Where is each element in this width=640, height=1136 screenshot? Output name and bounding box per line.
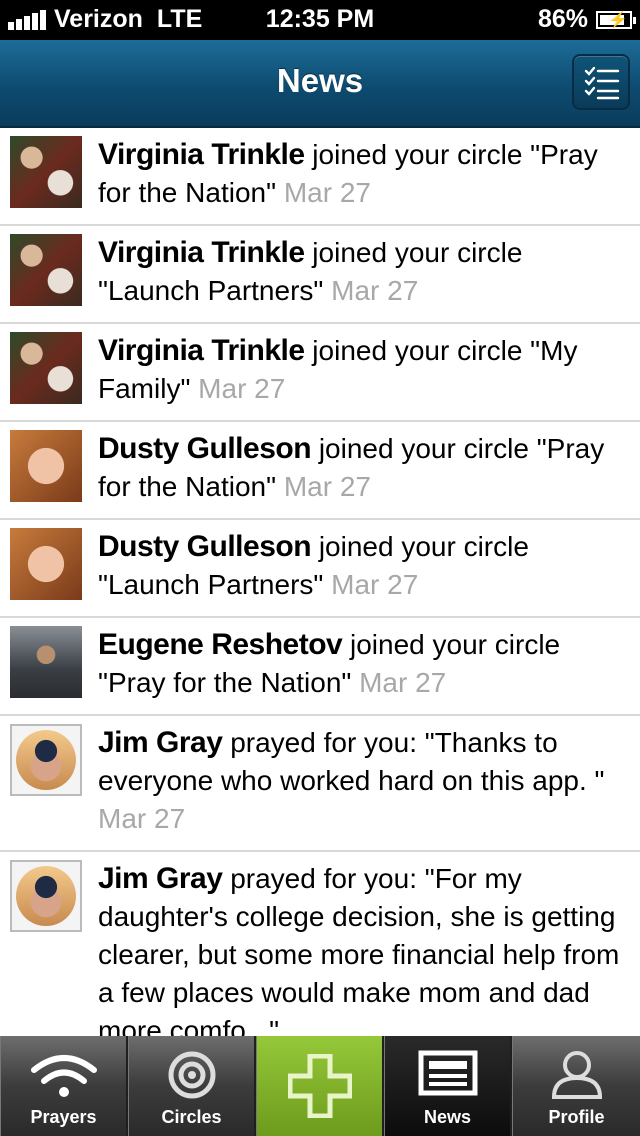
feed-item[interactable]: Jim Gray prayed for you: "For my daughte… — [0, 852, 640, 1036]
newspaper-icon — [418, 1050, 477, 1096]
tab-prayers[interactable]: Prayers — [0, 1036, 128, 1136]
person-icon — [551, 1051, 602, 1099]
avatar[interactable] — [10, 626, 82, 698]
user-name[interactable]: Jim Gray — [98, 726, 223, 759]
feed-item[interactable]: Jim Gray prayed for you: "Thanks to ever… — [0, 716, 640, 852]
avatar[interactable] — [10, 860, 82, 932]
feed-text: Virginia Trinkle joined your circle "Lau… — [98, 234, 620, 310]
user-name[interactable]: Dusty Gulleson — [98, 432, 312, 465]
tab-bar: Prayers Circles News Profile — [0, 1036, 640, 1136]
page-title: News — [276, 62, 364, 99]
checklist-icon — [584, 66, 620, 100]
feed-item[interactable]: Virginia Trinkle joined your circle "Pra… — [0, 128, 640, 226]
user-name[interactable]: Jim Gray — [98, 862, 223, 895]
feed-item[interactable]: Virginia Trinkle joined your circle "Lau… — [0, 226, 640, 324]
avatar[interactable] — [10, 430, 82, 502]
avatar[interactable] — [10, 528, 82, 600]
tab-label: Profile — [548, 1107, 605, 1127]
activity-date: Mar 27 — [331, 275, 419, 306]
avatar[interactable] — [10, 724, 82, 796]
feed-item[interactable]: Eugene Reshetov joined your circle "Pray… — [0, 618, 640, 716]
activity-date: Mar 27 — [359, 667, 447, 698]
feed-text: Eugene Reshetov joined your circle "Pray… — [98, 626, 620, 702]
feed-item[interactable]: Dusty Gulleson joined your circle "Launc… — [0, 520, 640, 618]
tab-label: News — [423, 1107, 472, 1127]
tab-label: Circles — [161, 1107, 222, 1127]
feed-text: Dusty Gulleson joined your circle "Launc… — [98, 528, 620, 604]
battery-icon: ⚡ — [596, 10, 636, 29]
activity-date: Mar 27 — [283, 471, 371, 502]
feed-item[interactable]: Dusty Gulleson joined your circle "Pray … — [0, 422, 640, 520]
activity-date: Mar 27 — [283, 177, 371, 208]
add-prayer-button[interactable] — [256, 1036, 384, 1136]
user-name[interactable]: Dusty Gulleson — [98, 530, 312, 563]
feed-text: Jim Gray prayed for you: "Thanks to ever… — [98, 724, 620, 838]
news-feed: Virginia Trinkle joined your circle "Pra… — [0, 128, 640, 1036]
status-bar: Verizon LTE 12:35 PM 86% ⚡ — [0, 0, 640, 40]
user-name[interactable]: Virginia Trinkle — [98, 334, 305, 367]
avatar[interactable] — [10, 234, 82, 306]
user-name[interactable]: Eugene Reshetov — [98, 628, 343, 661]
battery-info: 86% ⚡ — [537, 5, 636, 34]
battery-percent: 86% — [537, 5, 588, 33]
activity-date: Mar 27 — [331, 569, 419, 600]
tab-profile[interactable]: Profile — [512, 1036, 640, 1136]
checklist-button[interactable] — [572, 54, 630, 110]
avatar[interactable] — [10, 332, 82, 404]
user-name[interactable]: Virginia Trinkle — [98, 138, 305, 171]
activity-date: Mar 27 — [98, 803, 186, 834]
target-circle-icon — [168, 1051, 215, 1099]
user-name[interactable]: Virginia Trinkle — [98, 236, 305, 269]
feed-text: Dusty Gulleson joined your circle "Pray … — [98, 430, 620, 506]
wifi-signal-icon — [30, 1055, 97, 1097]
tab-label: Prayers — [30, 1107, 97, 1127]
nav-bar: News — [0, 40, 640, 128]
feed-text: Virginia Trinkle joined your circle "My … — [98, 332, 620, 408]
avatar[interactable] — [10, 136, 82, 208]
activity-date: Mar 27 — [198, 373, 286, 404]
feed-text: Jim Gray prayed for you: "For my daughte… — [98, 860, 620, 1036]
tab-news[interactable]: News — [384, 1036, 512, 1136]
tab-circles[interactable]: Circles — [128, 1036, 256, 1136]
feed-text: Virginia Trinkle joined your circle "Pra… — [98, 136, 620, 212]
feed-item[interactable]: Virginia Trinkle joined your circle "My … — [0, 324, 640, 422]
plus-icon — [287, 1054, 352, 1118]
